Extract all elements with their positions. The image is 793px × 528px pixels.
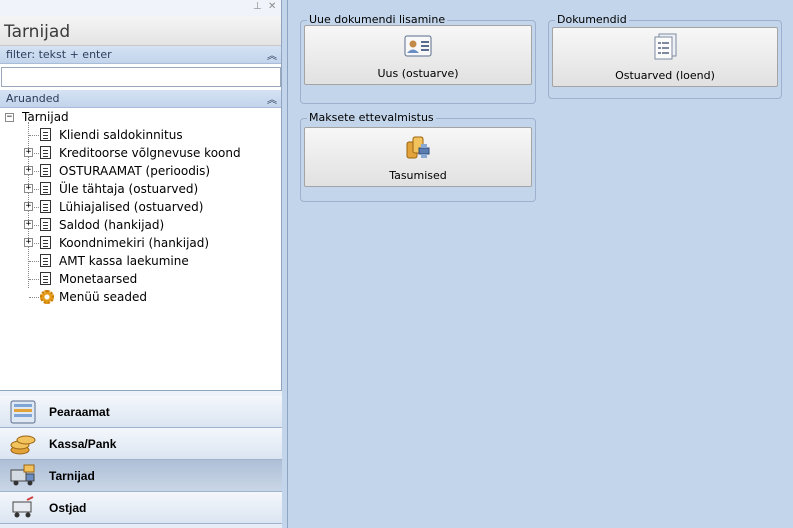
panel-caption-bar: ⊥ ✕ bbox=[0, 0, 281, 16]
nav-item-tarnijad[interactable]: Tarnijad bbox=[0, 460, 282, 492]
tile-label: Tasumised bbox=[389, 169, 447, 182]
expand-toggle-icon[interactable]: + bbox=[24, 220, 33, 229]
expand-toggle-icon[interactable]: + bbox=[24, 202, 33, 211]
tree-item[interactable]: OSTURAAMAT (perioodis) bbox=[59, 162, 210, 180]
document-icon bbox=[40, 254, 51, 267]
tree-item[interactable]: Monetaarsed bbox=[59, 270, 137, 288]
invoice-list-button[interactable]: Ostuarved (loend) bbox=[552, 27, 778, 87]
nav-label: Ostjad bbox=[49, 501, 87, 515]
tree-item[interactable]: AMT kassa laekumine bbox=[59, 252, 189, 270]
expand-toggle-icon[interactable]: + bbox=[24, 148, 33, 157]
tree-root[interactable]: Tarnijad bbox=[22, 108, 69, 126]
tree-item[interactable]: Koondnimekiri (hankijad) bbox=[59, 234, 209, 252]
nav-item-ostjad[interactable]: Ostjad bbox=[0, 492, 282, 524]
tree-item[interactable]: Menüü seaded bbox=[59, 288, 147, 306]
nav-item-pearaamat[interactable]: Pearaamat bbox=[0, 396, 282, 428]
main-area: Uue dokumendi lisamine Uus (ostuarve) Do… bbox=[287, 0, 793, 528]
ledger-icon bbox=[10, 400, 36, 424]
coins-icon bbox=[10, 435, 36, 455]
document-icon bbox=[40, 236, 51, 249]
tree-item[interactable]: Saldod (hankijad) bbox=[59, 216, 164, 234]
group-title: Dokumendid bbox=[555, 13, 629, 26]
truck-icon bbox=[10, 464, 35, 486]
document-list-icon bbox=[654, 33, 677, 60]
filter-input[interactable] bbox=[1, 67, 281, 87]
panel-title: Tarnijad bbox=[0, 16, 281, 46]
nav-label: Pearaamat bbox=[49, 405, 110, 419]
group-documents: Dokumendid Ostuarved (loend) bbox=[548, 13, 782, 99]
document-icon bbox=[40, 128, 51, 141]
document-icon bbox=[40, 182, 51, 195]
document-icon bbox=[40, 272, 51, 285]
collapse-icon[interactable]: ︽ bbox=[267, 91, 277, 106]
document-icon bbox=[40, 164, 51, 177]
group-title: Maksete ettevalmistus bbox=[307, 111, 436, 124]
tree-item[interactable]: Kliendi saldokinnitus bbox=[59, 126, 183, 144]
expand-toggle-icon[interactable]: + bbox=[24, 166, 33, 175]
tree-item[interactable]: Üle tähtaja (ostuarved) bbox=[59, 180, 198, 198]
tree-item[interactable]: Kreditoorse võlgnevuse koond bbox=[59, 144, 241, 162]
payments-button[interactable]: Tasumised bbox=[304, 127, 532, 187]
left-panel: ⊥ ✕ Tarnijad filter: tekst + enter ︽ Aru… bbox=[0, 0, 282, 528]
gear-icon bbox=[40, 290, 54, 304]
new-invoice-button[interactable]: Uus (ostuarve) bbox=[304, 25, 532, 85]
collapse-icon[interactable]: ︽ bbox=[267, 47, 277, 62]
tile-label: Ostuarved (loend) bbox=[615, 69, 715, 82]
close-icon[interactable]: ✕ bbox=[268, 1, 276, 12]
tile-label: Uus (ostuarve) bbox=[377, 67, 459, 80]
nav-item-kassa-pank[interactable]: Kassa/Pank bbox=[0, 428, 282, 460]
filter-label: filter: tekst + enter bbox=[6, 48, 112, 61]
document-icon bbox=[40, 146, 51, 159]
collapse-toggle-icon[interactable]: − bbox=[5, 113, 14, 122]
pin-icon[interactable]: ⊥ bbox=[253, 1, 262, 12]
tree-item[interactable]: Lühiajalised (ostuarved) bbox=[59, 198, 203, 216]
report-tree: − Tarnijad Kliendi saldokinnitus + Kredito… bbox=[0, 108, 281, 402]
filter-header[interactable]: filter: tekst + enter ︽ bbox=[0, 46, 281, 64]
document-icon bbox=[40, 218, 51, 231]
navigation-pane: Pearaamat Kassa/Pank Tarnijad Ostjad bbox=[0, 390, 282, 528]
cart-icon bbox=[12, 496, 34, 518]
group-payment-preparation: Maksete ettevalmistus Tasumised bbox=[300, 111, 536, 202]
reports-header[interactable]: Aruanded ︽ bbox=[0, 90, 281, 108]
nav-label: Tarnijad bbox=[49, 469, 95, 483]
expand-toggle-icon[interactable]: + bbox=[24, 238, 33, 247]
reports-label: Aruanded bbox=[6, 92, 60, 105]
payment-icon bbox=[406, 136, 430, 159]
document-icon bbox=[40, 200, 51, 213]
contact-card-icon bbox=[404, 35, 432, 57]
nav-label: Kassa/Pank bbox=[49, 437, 117, 451]
group-new-document: Uue dokumendi lisamine Uus (ostuarve) bbox=[300, 13, 536, 104]
expand-toggle-icon[interactable]: + bbox=[24, 184, 33, 193]
